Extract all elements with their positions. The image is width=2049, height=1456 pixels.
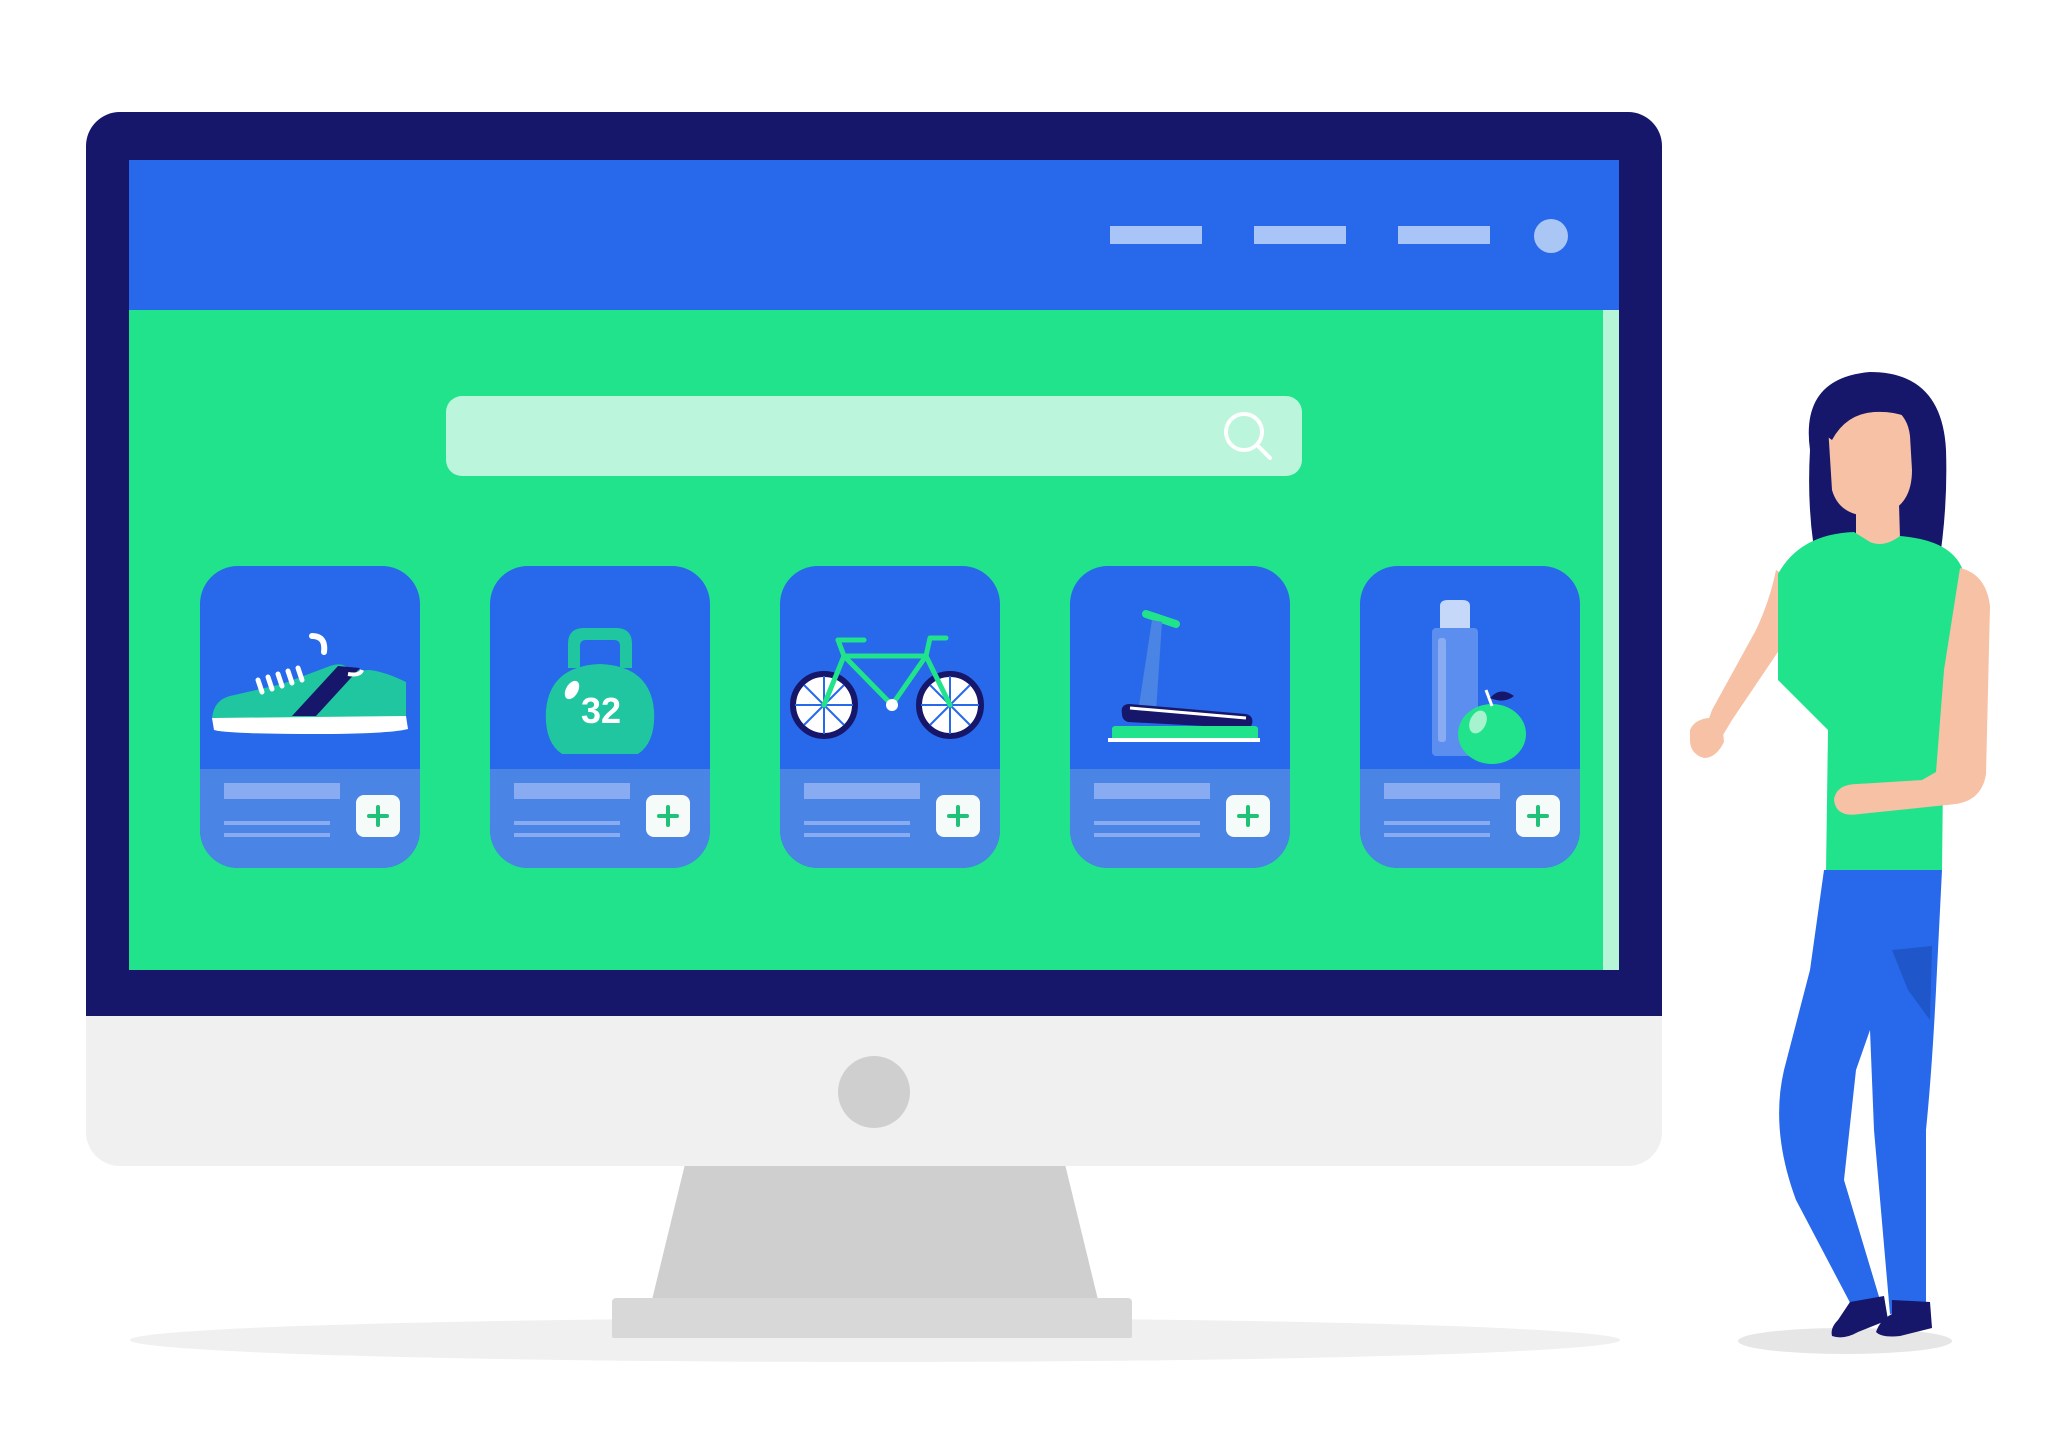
power-button[interactable] [838, 1056, 910, 1128]
add-to-cart-button[interactable] [936, 795, 980, 837]
product-text-line [804, 821, 910, 825]
search-input[interactable] [446, 396, 1302, 476]
add-to-cart-button[interactable] [646, 795, 690, 837]
sneaker-icon [212, 633, 408, 734]
product-title-placeholder [1384, 783, 1500, 799]
treadmill-icon [1108, 610, 1260, 742]
add-to-cart-button[interactable] [356, 795, 400, 837]
monitor-screen: 32 [129, 160, 1619, 970]
woman-figure [1690, 372, 1990, 1338]
product-card-kettlebell[interactable]: 32 [490, 566, 710, 868]
product-card-water-bottle[interactable] [1360, 566, 1580, 868]
monitor-stand [650, 1160, 1100, 1308]
plus-icon [367, 805, 389, 827]
plus-icon [1527, 805, 1549, 827]
avatar[interactable] [1534, 219, 1568, 253]
product-title-placeholder [224, 783, 340, 799]
product-card-info [490, 769, 710, 868]
nav-link-2[interactable] [1254, 226, 1346, 244]
product-text-line [514, 821, 620, 825]
product-text-line [224, 833, 330, 837]
water-bottle-apple-icon [1432, 600, 1526, 764]
add-to-cart-button[interactable] [1516, 795, 1560, 837]
nav-link-1[interactable] [1110, 226, 1202, 244]
monitor-stand-base [612, 1298, 1132, 1338]
product-card-info [200, 769, 420, 868]
product-card-info [1070, 769, 1290, 868]
scrollbar[interactable] [1603, 310, 1619, 970]
product-text-line [514, 833, 620, 837]
product-text-line [1094, 821, 1200, 825]
site-header [129, 160, 1619, 310]
plus-icon [947, 805, 969, 827]
product-text-line [224, 821, 330, 825]
plus-icon [1237, 805, 1259, 827]
product-card-treadmill[interactable] [1070, 566, 1290, 868]
product-title-placeholder [514, 783, 630, 799]
kettlebell-weight-label: 32 [581, 690, 621, 731]
search-icon[interactable] [1220, 408, 1276, 464]
product-text-line [1384, 833, 1490, 837]
product-card-bicycle[interactable] [780, 566, 1000, 868]
product-title-placeholder [1094, 783, 1210, 799]
kettlebell-icon: 32 [545, 628, 655, 754]
product-text-line [804, 833, 910, 837]
product-card-info [1360, 769, 1580, 868]
product-text-line [1094, 833, 1200, 837]
product-card-sneaker[interactable] [200, 566, 420, 868]
bicycle-icon [790, 635, 984, 739]
nav-link-3[interactable] [1398, 226, 1490, 244]
product-card-info [780, 769, 1000, 868]
product-text-line [1384, 821, 1490, 825]
plus-icon [657, 805, 679, 827]
add-to-cart-button[interactable] [1226, 795, 1270, 837]
product-title-placeholder [804, 783, 920, 799]
